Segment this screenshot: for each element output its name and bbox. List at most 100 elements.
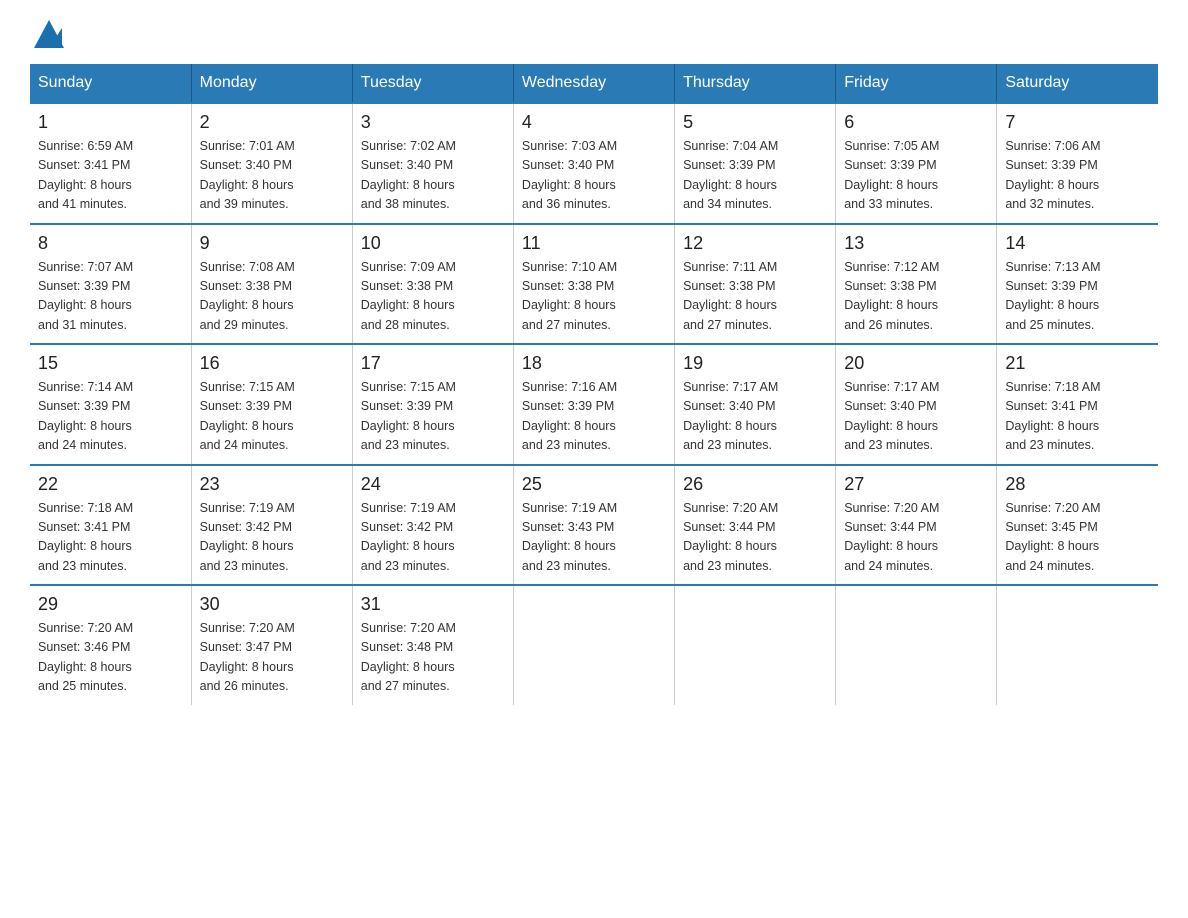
calendar-week-3: 15 Sunrise: 7:14 AM Sunset: 3:39 PM Dayl… [30,344,1158,465]
calendar-cell: 12 Sunrise: 7:11 AM Sunset: 3:38 PM Dayl… [675,224,836,345]
calendar-week-4: 22 Sunrise: 7:18 AM Sunset: 3:41 PM Dayl… [30,465,1158,586]
calendar-cell: 14 Sunrise: 7:13 AM Sunset: 3:39 PM Dayl… [997,224,1158,345]
calendar-cell: 23 Sunrise: 7:19 AM Sunset: 3:42 PM Dayl… [191,465,352,586]
calendar-cell [675,585,836,705]
day-number: 25 [522,474,666,495]
day-number: 1 [38,112,183,133]
calendar-header-row: SundayMondayTuesdayWednesdayThursdayFrid… [30,64,1158,103]
day-number: 6 [844,112,988,133]
calendar-header-saturday: Saturday [997,64,1158,103]
calendar-cell: 3 Sunrise: 7:02 AM Sunset: 3:40 PM Dayli… [352,103,513,224]
day-number: 20 [844,353,988,374]
day-number: 12 [683,233,827,254]
calendar-cell: 31 Sunrise: 7:20 AM Sunset: 3:48 PM Dayl… [352,585,513,705]
day-number: 15 [38,353,183,374]
calendar-header-thursday: Thursday [675,64,836,103]
day-info: Sunrise: 7:17 AM Sunset: 3:40 PM Dayligh… [844,378,988,456]
calendar-cell: 28 Sunrise: 7:20 AM Sunset: 3:45 PM Dayl… [997,465,1158,586]
day-info: Sunrise: 7:13 AM Sunset: 3:39 PM Dayligh… [1005,258,1150,336]
day-info: Sunrise: 7:16 AM Sunset: 3:39 PM Dayligh… [522,378,666,456]
calendar-cell: 7 Sunrise: 7:06 AM Sunset: 3:39 PM Dayli… [997,103,1158,224]
calendar-cell: 20 Sunrise: 7:17 AM Sunset: 3:40 PM Dayl… [836,344,997,465]
calendar-cell: 27 Sunrise: 7:20 AM Sunset: 3:44 PM Dayl… [836,465,997,586]
calendar-cell: 10 Sunrise: 7:09 AM Sunset: 3:38 PM Dayl… [352,224,513,345]
calendar-cell: 17 Sunrise: 7:15 AM Sunset: 3:39 PM Dayl… [352,344,513,465]
day-number: 30 [200,594,344,615]
day-number: 16 [200,353,344,374]
calendar-cell: 21 Sunrise: 7:18 AM Sunset: 3:41 PM Dayl… [997,344,1158,465]
day-number: 28 [1005,474,1150,495]
calendar-cell: 13 Sunrise: 7:12 AM Sunset: 3:38 PM Dayl… [836,224,997,345]
calendar-week-5: 29 Sunrise: 7:20 AM Sunset: 3:46 PM Dayl… [30,585,1158,705]
calendar-week-2: 8 Sunrise: 7:07 AM Sunset: 3:39 PM Dayli… [30,224,1158,345]
day-number: 13 [844,233,988,254]
calendar-cell: 24 Sunrise: 7:19 AM Sunset: 3:42 PM Dayl… [352,465,513,586]
calendar-header-sunday: Sunday [30,64,191,103]
day-info: Sunrise: 7:20 AM Sunset: 3:47 PM Dayligh… [200,619,344,697]
day-number: 10 [361,233,505,254]
logo [30,20,64,48]
calendar-header-tuesday: Tuesday [352,64,513,103]
day-number: 14 [1005,233,1150,254]
calendar-cell: 30 Sunrise: 7:20 AM Sunset: 3:47 PM Dayl… [191,585,352,705]
day-number: 23 [200,474,344,495]
calendar-cell: 16 Sunrise: 7:15 AM Sunset: 3:39 PM Dayl… [191,344,352,465]
day-number: 27 [844,474,988,495]
calendar-cell: 26 Sunrise: 7:20 AM Sunset: 3:44 PM Dayl… [675,465,836,586]
day-number: 29 [38,594,183,615]
day-info: Sunrise: 7:08 AM Sunset: 3:38 PM Dayligh… [200,258,344,336]
day-info: Sunrise: 7:10 AM Sunset: 3:38 PM Dayligh… [522,258,666,336]
calendar-header-friday: Friday [836,64,997,103]
calendar-cell [997,585,1158,705]
day-info: Sunrise: 7:07 AM Sunset: 3:39 PM Dayligh… [38,258,183,336]
calendar-cell [513,585,674,705]
day-info: Sunrise: 7:06 AM Sunset: 3:39 PM Dayligh… [1005,137,1150,215]
day-info: Sunrise: 7:15 AM Sunset: 3:39 PM Dayligh… [361,378,505,456]
day-info: Sunrise: 7:09 AM Sunset: 3:38 PM Dayligh… [361,258,505,336]
day-info: Sunrise: 7:03 AM Sunset: 3:40 PM Dayligh… [522,137,666,215]
day-info: Sunrise: 7:19 AM Sunset: 3:42 PM Dayligh… [200,499,344,577]
day-info: Sunrise: 7:20 AM Sunset: 3:48 PM Dayligh… [361,619,505,697]
day-number: 4 [522,112,666,133]
day-info: Sunrise: 7:20 AM Sunset: 3:46 PM Dayligh… [38,619,183,697]
page-header [30,20,1158,48]
calendar-header-wednesday: Wednesday [513,64,674,103]
day-info: Sunrise: 7:19 AM Sunset: 3:43 PM Dayligh… [522,499,666,577]
day-number: 2 [200,112,344,133]
day-info: Sunrise: 7:01 AM Sunset: 3:40 PM Dayligh… [200,137,344,215]
logo-icon [34,20,64,48]
day-info: Sunrise: 7:19 AM Sunset: 3:42 PM Dayligh… [361,499,505,577]
calendar-cell: 1 Sunrise: 6:59 AM Sunset: 3:41 PM Dayli… [30,103,191,224]
calendar-cell: 9 Sunrise: 7:08 AM Sunset: 3:38 PM Dayli… [191,224,352,345]
day-info: Sunrise: 7:20 AM Sunset: 3:44 PM Dayligh… [683,499,827,577]
calendar-cell: 29 Sunrise: 7:20 AM Sunset: 3:46 PM Dayl… [30,585,191,705]
day-number: 26 [683,474,827,495]
day-info: Sunrise: 6:59 AM Sunset: 3:41 PM Dayligh… [38,137,183,215]
calendar-header-monday: Monday [191,64,352,103]
day-number: 18 [522,353,666,374]
day-number: 22 [38,474,183,495]
calendar-cell: 22 Sunrise: 7:18 AM Sunset: 3:41 PM Dayl… [30,465,191,586]
day-number: 7 [1005,112,1150,133]
day-number: 9 [200,233,344,254]
day-info: Sunrise: 7:02 AM Sunset: 3:40 PM Dayligh… [361,137,505,215]
calendar-cell: 11 Sunrise: 7:10 AM Sunset: 3:38 PM Dayl… [513,224,674,345]
day-number: 5 [683,112,827,133]
day-info: Sunrise: 7:05 AM Sunset: 3:39 PM Dayligh… [844,137,988,215]
calendar-table: SundayMondayTuesdayWednesdayThursdayFrid… [30,64,1158,705]
day-info: Sunrise: 7:20 AM Sunset: 3:45 PM Dayligh… [1005,499,1150,577]
day-info: Sunrise: 7:04 AM Sunset: 3:39 PM Dayligh… [683,137,827,215]
calendar-cell: 8 Sunrise: 7:07 AM Sunset: 3:39 PM Dayli… [30,224,191,345]
calendar-cell: 2 Sunrise: 7:01 AM Sunset: 3:40 PM Dayli… [191,103,352,224]
calendar-cell: 4 Sunrise: 7:03 AM Sunset: 3:40 PM Dayli… [513,103,674,224]
day-number: 17 [361,353,505,374]
day-info: Sunrise: 7:11 AM Sunset: 3:38 PM Dayligh… [683,258,827,336]
day-info: Sunrise: 7:18 AM Sunset: 3:41 PM Dayligh… [1005,378,1150,456]
calendar-cell: 5 Sunrise: 7:04 AM Sunset: 3:39 PM Dayli… [675,103,836,224]
calendar-cell: 25 Sunrise: 7:19 AM Sunset: 3:43 PM Dayl… [513,465,674,586]
day-number: 3 [361,112,505,133]
day-info: Sunrise: 7:20 AM Sunset: 3:44 PM Dayligh… [844,499,988,577]
day-number: 8 [38,233,183,254]
day-number: 24 [361,474,505,495]
day-number: 31 [361,594,505,615]
